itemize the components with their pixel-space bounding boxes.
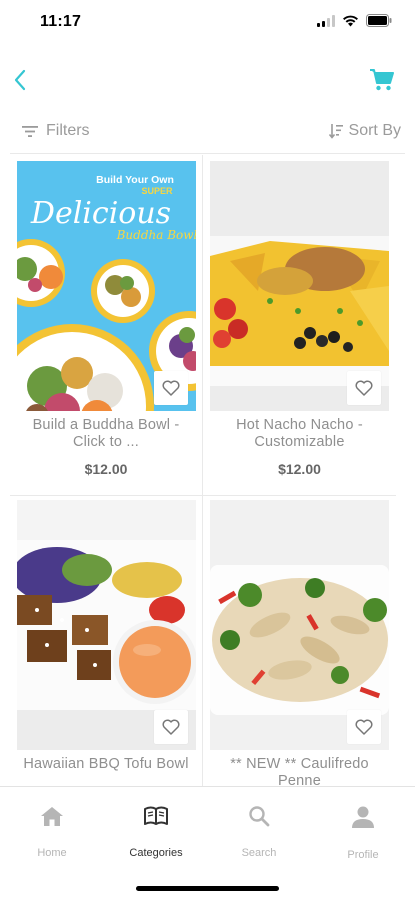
tab-profile-label: Profile — [347, 849, 379, 861]
favorite-button[interactable] — [347, 710, 381, 744]
sort-by-button[interactable]: Sort By — [328, 122, 401, 140]
chevron-left-icon — [14, 69, 26, 91]
home-icon — [41, 807, 63, 826]
status-bar: 11:17 — [0, 0, 415, 44]
favorite-button[interactable] — [347, 371, 381, 405]
filter-sort-toolbar: Filters Sort By — [10, 118, 405, 154]
status-time: 11:17 — [40, 13, 82, 30]
product-price: $12.00 — [84, 461, 128, 477]
tab-categories[interactable]: Categories — [106, 805, 206, 859]
status-icons — [317, 14, 393, 27]
product-name[interactable]: Hot Nacho Nacho - Customizable — [211, 417, 388, 451]
tab-search[interactable]: Search — [209, 805, 309, 859]
tab-search-label: Search — [241, 847, 277, 859]
nav-bar — [0, 55, 415, 105]
battery-icon — [366, 14, 392, 27]
product-name[interactable]: Hawaiian BBQ Tofu Bowl — [18, 756, 194, 773]
heart-icon — [162, 719, 180, 735]
wifi-icon — [343, 15, 358, 26]
filters-button[interactable]: Filters — [22, 122, 90, 140]
product-card[interactable]: Hot Nacho Nacho - Customizable $12.00 — [203, 155, 396, 496]
nachos-image[interactable] — [210, 161, 389, 411]
profile-icon — [352, 806, 374, 828]
search-icon — [249, 806, 270, 827]
favorite-button[interactable] — [154, 371, 188, 405]
tab-home-label: Home — [37, 847, 67, 859]
product-card[interactable]: Build Your Own SUPER Delicious Buddha Bo… — [10, 155, 203, 496]
tab-profile[interactable]: Profile — [313, 805, 413, 861]
buddha-bowl-image[interactable]: Build Your Own SUPER Delicious Buddha Bo… — [17, 161, 196, 411]
tab-categories-label: Categories — [129, 847, 183, 859]
promo-line-1: Build Your Own — [96, 174, 174, 186]
tab-home[interactable]: Home — [2, 805, 102, 859]
heart-icon — [355, 719, 373, 735]
heart-icon — [162, 380, 180, 396]
bottom-tab-bar: Home Categories Search Profile — [0, 786, 415, 900]
promo-line-3: Delicious — [30, 196, 171, 231]
filter-icon — [22, 125, 38, 137]
book-icon — [144, 806, 168, 825]
cart-button[interactable] — [367, 65, 397, 95]
back-button[interactable] — [8, 65, 32, 95]
penne-image[interactable] — [210, 500, 389, 750]
product-name[interactable]: ** NEW ** Caulifredo Penne — [211, 756, 388, 786]
product-card[interactable]: Hawaiian BBQ Tofu Bowl — [10, 496, 203, 786]
home-indicator[interactable] — [136, 886, 279, 891]
cart-icon — [370, 69, 394, 91]
filters-label: Filters — [46, 122, 90, 139]
favorite-button[interactable] — [154, 710, 188, 744]
product-card[interactable]: ** NEW ** Caulifredo Penne — [203, 496, 396, 786]
heart-icon — [355, 380, 373, 396]
product-name[interactable]: Build a Buddha Bowl - Click to ... — [18, 417, 194, 451]
product-price: $12.00 — [278, 461, 321, 477]
sort-by-label: Sort By — [348, 122, 401, 139]
promo-line-2: SUPER — [141, 186, 173, 196]
sort-icon — [328, 124, 343, 139]
promo-line-4: Buddha Bowl — [116, 228, 196, 242]
product-grid: Build Your Own SUPER Delicious Buddha Bo… — [10, 155, 396, 786]
tofu-bowl-image[interactable] — [17, 500, 196, 750]
cellular-signal-icon — [317, 14, 335, 27]
